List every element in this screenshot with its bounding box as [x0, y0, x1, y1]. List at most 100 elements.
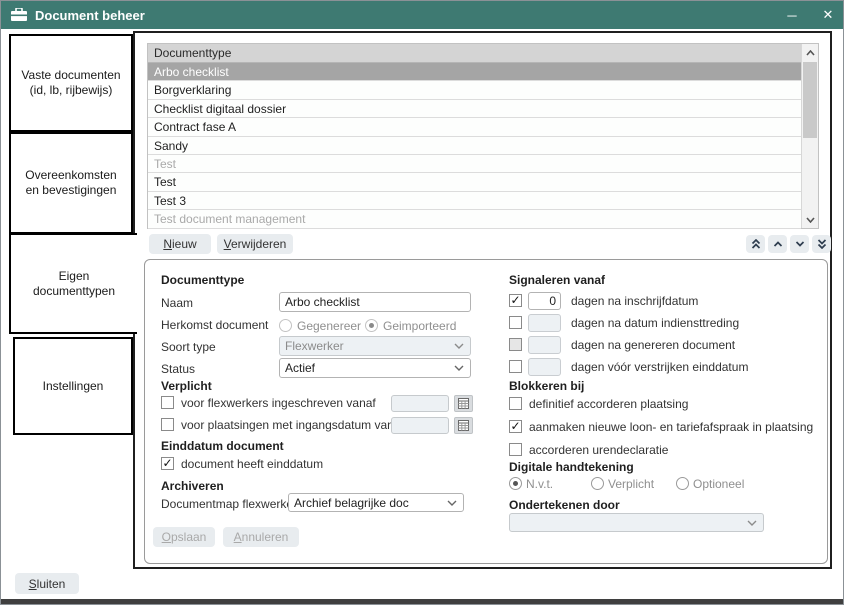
soort-type-select[interactable]: Flexwerker [279, 336, 471, 356]
plaatsingen-calendar-button[interactable] [454, 417, 473, 434]
sluiten-button[interactable]: Sluiten [15, 573, 79, 594]
radio-optioneel[interactable] [676, 477, 689, 490]
move-bottom-button[interactable] [812, 235, 831, 253]
close-button[interactable]: ✕ [812, 1, 844, 29]
dagen-verstrijken-label[interactable]: dagen vóór verstrijken einddatum [571, 360, 748, 374]
flexwerkers-date-input[interactable] [391, 395, 449, 412]
list-item[interactable]: Arbo checklist [148, 63, 801, 81]
scrollbar-thumb[interactable] [803, 62, 817, 138]
checkbox-definitief-accorderen-label[interactable]: definitief accorderen plaatsing [529, 397, 688, 411]
chevron-down-icon [454, 343, 464, 349]
chevron-up-icon [773, 241, 783, 247]
naam-label: Naam [161, 296, 193, 310]
double-chevron-down-icon [817, 239, 827, 249]
dagen-indiensttreding-label[interactable]: dagen na datum indiensttreding [571, 316, 739, 330]
checkbox-accorderen-urendeclaratie[interactable] [509, 443, 522, 456]
checkbox-einddatum-label[interactable]: document heeft einddatum [181, 457, 323, 471]
minimize-icon: ─ [787, 8, 796, 23]
tab-label: Overeenkomsten [25, 168, 116, 183]
checkbox-flexwerkers-vanaf-label[interactable]: voor flexwerkers ingeschreven vanaf [181, 396, 376, 410]
status-value: Actief [285, 361, 315, 375]
checkbox-genereren-document[interactable] [509, 338, 522, 351]
checkbox-indiensttreding[interactable] [509, 316, 522, 329]
calendar-icon [458, 398, 469, 409]
ondertekenen-select[interactable] [509, 513, 764, 532]
section-signaleren: Signaleren vanaf [509, 273, 605, 287]
radio-verplicht-label[interactable]: Verplicht [608, 477, 654, 491]
plaatsingen-date-input[interactable] [391, 417, 449, 434]
chevron-down-icon [447, 500, 457, 506]
radio-nvt-label[interactable]: N.v.t. [526, 477, 553, 491]
checkbox-plaatsingen-vanaf-label[interactable]: voor plaatsingen met ingangsdatum vanaf [181, 418, 404, 432]
checkbox-loon-tariefafspraak[interactable]: ✓ [509, 420, 522, 433]
chevron-up-icon [806, 50, 815, 56]
documenttype-list: Documenttype Arbo checklist Borgverklari… [147, 43, 819, 229]
list-item[interactable]: Sandy [148, 137, 801, 155]
tab-label: Vaste documenten [21, 68, 120, 83]
tab-vaste-documenten[interactable]: Vaste documenten (id, lb, rijbewijs) [9, 34, 133, 132]
checkbox-flexwerkers-vanaf[interactable] [161, 396, 174, 409]
status-select[interactable]: Actief [279, 358, 471, 378]
double-chevron-up-icon [751, 239, 761, 249]
checkbox-accorderen-urendeclaratie-label[interactable]: accorderen urendeclaratie [529, 443, 668, 457]
list-item[interactable]: Checklist digitaal dossier [148, 100, 801, 118]
flexwerkers-calendar-button[interactable] [454, 395, 473, 412]
dagen-verstrijken-input[interactable] [528, 358, 561, 376]
tab-label: Eigen [59, 269, 90, 284]
checkbox-einddatum[interactable]: ✓ [161, 457, 174, 470]
documentmap-value: Archief belagrijke doc [294, 496, 409, 510]
tab-overeenkomsten[interactable]: Overeenkomsten en bevestigingen [9, 132, 133, 234]
tab-instellingen[interactable]: Instellingen [13, 337, 133, 435]
verwijderen-button[interactable]: Verwijderen [217, 234, 293, 254]
checkbox-definitief-accorderen[interactable] [509, 397, 522, 410]
move-down-button[interactable] [790, 235, 809, 253]
checkbox-loon-tariefafspraak-label[interactable]: aanmaken nieuwe loon- en tariefafspraak … [529, 420, 813, 434]
radio-geimporteerd-label[interactable]: Geimporteerd [383, 319, 456, 333]
list-header: Documenttype [148, 44, 801, 63]
close-icon: ✕ [823, 7, 834, 23]
radio-gegenereerd-label[interactable]: Gegenereerd [297, 319, 361, 333]
scroll-down-button[interactable] [802, 211, 818, 228]
list-item[interactable]: Borgverklaring [148, 81, 801, 99]
section-digitale-handtekening: Digitale handtekening [509, 460, 634, 474]
nieuw-button[interactable]: Nieuw [149, 234, 211, 254]
naam-input[interactable] [279, 292, 471, 312]
tab-label: (id, lb, rijbewijs) [30, 83, 113, 98]
section-blokkeren: Blokkeren bij [509, 379, 584, 393]
tab-eigen-documenttypen[interactable]: Eigen documenttypen [9, 233, 137, 334]
soort-type-label: Soort type [161, 340, 216, 354]
radio-verplicht[interactable] [591, 477, 604, 490]
documentmap-label: Documentmap flexwerker [161, 497, 297, 511]
list-item[interactable]: Test [148, 173, 801, 191]
dagen-inschrijfdatum-label[interactable]: dagen na inschrijfdatum [571, 294, 698, 308]
radio-optioneel-label[interactable]: Optioneel [693, 477, 744, 491]
checkbox-plaatsingen-vanaf[interactable] [161, 418, 174, 431]
move-up-button[interactable] [768, 235, 787, 253]
annuleren-button[interactable]: Annuleren [223, 527, 299, 547]
tab-label: en bevestigingen [26, 183, 117, 198]
opslaan-button[interactable]: Opslaan [153, 527, 215, 547]
list-scrollbar[interactable] [801, 44, 818, 228]
dagen-genereren-label[interactable]: dagen na genereren document [571, 338, 735, 352]
minimize-button[interactable]: ─ [776, 1, 808, 29]
radio-nvt[interactable] [509, 477, 522, 490]
scroll-up-button[interactable] [802, 44, 818, 61]
section-documenttype: Documenttype [161, 273, 244, 287]
section-archiveren: Archiveren [161, 479, 224, 493]
dagen-genereren-input[interactable] [528, 336, 561, 354]
documentmap-select[interactable]: Archief belagrijke doc [288, 493, 464, 512]
list-item[interactable]: Test document management [148, 210, 801, 228]
list-item[interactable]: Contract fase A [148, 118, 801, 136]
dagen-indiensttreding-input[interactable] [528, 314, 561, 332]
list-item[interactable]: Test 3 [148, 192, 801, 210]
checkbox-inschrijfdatum[interactable]: ✓ [509, 294, 522, 307]
chevron-down-icon [795, 241, 805, 247]
check-icon: ✓ [510, 421, 520, 432]
radio-geimporteerd[interactable] [365, 319, 378, 332]
list-item[interactable]: Test [148, 155, 801, 173]
checkbox-verstrijken-einddatum[interactable] [509, 360, 522, 373]
dagen-inschrijfdatum-input[interactable] [528, 292, 561, 310]
radio-gegenereerd[interactable] [279, 319, 292, 332]
move-top-button[interactable] [746, 235, 765, 253]
bottom-edge [1, 599, 843, 604]
